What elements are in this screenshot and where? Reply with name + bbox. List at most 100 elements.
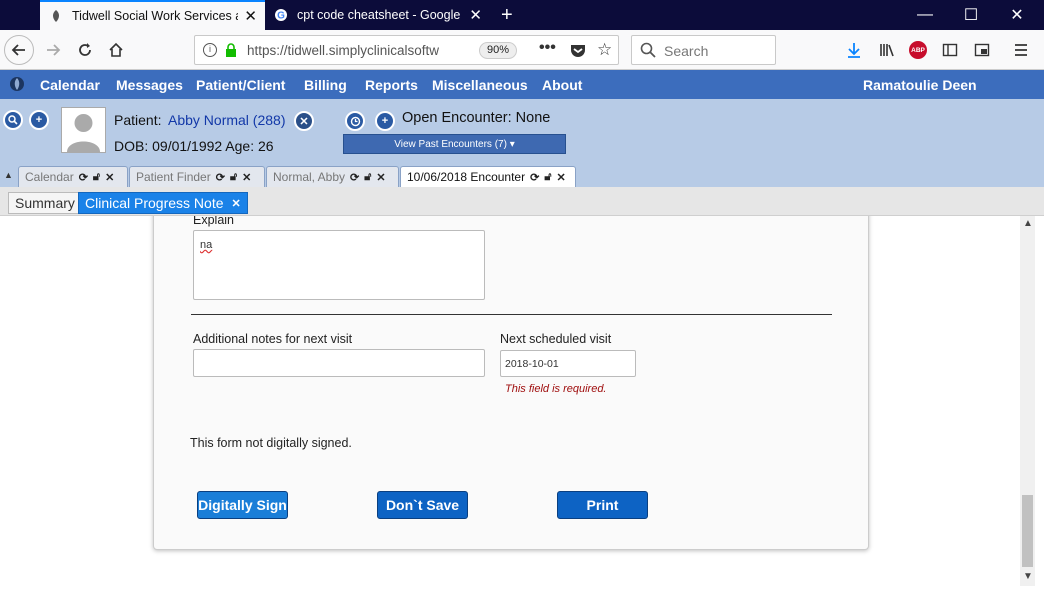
section-divider <box>191 314 832 315</box>
browser-tab-cpt[interactable]: G cpt code cheatsheet - Google S ✕ <box>265 0 490 30</box>
tab-label: Calendar <box>25 170 74 184</box>
close-tab-icon[interactable]: ✕ <box>469 6 482 24</box>
reader-view-icon[interactable] <box>935 35 965 65</box>
next-visit-date-input[interactable]: 2018-10-01 <box>500 350 636 377</box>
lock-icon <box>225 43 237 60</box>
menu-messages[interactable]: Messages <box>116 77 183 93</box>
encounter-tab-calendar[interactable]: Calendar ⟳ 🔓︎ ✕ <box>18 166 128 187</box>
explain-textarea[interactable]: na <box>193 230 485 300</box>
clear-patient-icon[interactable]: ✕ <box>294 111 314 131</box>
avatar <box>61 107 106 153</box>
scroll-thumb[interactable] <box>1022 495 1033 567</box>
search-input[interactable]: Search <box>631 35 776 65</box>
new-tab-button[interactable]: + <box>493 0 519 30</box>
browser-tab-title: cpt code cheatsheet - Google S <box>297 8 464 22</box>
sub-tab-bar: Summary Clinical Progress Note ✕ <box>0 187 1044 216</box>
close-icon[interactable]: ✕ <box>242 171 251 184</box>
bookmark-star-icon[interactable]: ☆ <box>597 40 612 60</box>
dont-save-button[interactable]: Don`t Save <box>377 491 468 519</box>
tab-label: 10/06/2018 Encounter <box>407 170 526 184</box>
tab-label: Normal, Abby <box>273 170 346 184</box>
encounter-tab-normal-abby[interactable]: Normal, Abby ⟳ 🔓︎ ✕ <box>266 166 399 187</box>
collapse-caret-icon[interactable]: ▲ <box>4 170 13 180</box>
patient-dob-age: DOB: 09/01/1992 Age: 26 <box>114 138 274 154</box>
browser-tab-title: Tidwell Social Work Services an <box>72 9 239 23</box>
signature-status: This form not digitally signed. <box>190 436 352 450</box>
url-text: https://tidwell.simplyclinicalsoftw <box>247 43 440 58</box>
close-icon[interactable]: ✕ <box>232 197 241 210</box>
maximize-icon[interactable]: ☐ <box>948 0 994 30</box>
close-window-icon[interactable]: ✕ <box>994 0 1040 30</box>
pocket-icon[interactable] <box>570 42 586 61</box>
search-patient-icon[interactable] <box>3 110 23 130</box>
additional-notes-label: Additional notes for next visit <box>193 332 353 346</box>
next-visit-label: Next scheduled visit <box>500 332 612 346</box>
more-icon[interactable]: ••• <box>539 39 556 57</box>
info-icon[interactable]: i <box>203 43 217 57</box>
patient-name-link[interactable]: Abby Normal (288) <box>168 112 286 128</box>
required-error: This field is required. <box>505 383 607 395</box>
menu-miscellaneous[interactable]: Miscellaneous <box>432 77 528 93</box>
zoom-badge[interactable]: 90% <box>479 42 517 59</box>
favicon-icon <box>48 8 64 24</box>
vertical-scrollbar[interactable]: ▲ ▼ <box>1020 216 1035 586</box>
explain-value: na <box>200 239 213 251</box>
view-past-encounters-button[interactable]: View Past Encounters (7) ▾ <box>343 134 566 154</box>
scroll-down-icon[interactable]: ▼ <box>1023 571 1033 582</box>
browser-tab-strip: Tidwell Social Work Services an ✕ G cpt … <box>0 0 1044 30</box>
encounter-history-icon[interactable] <box>345 111 365 131</box>
reload-icon[interactable] <box>70 35 100 65</box>
close-icon[interactable]: ✕ <box>376 171 385 184</box>
explain-label: Explain <box>193 216 234 227</box>
search-icon <box>640 42 656 61</box>
minimize-icon[interactable]: — <box>902 0 948 30</box>
add-encounter-icon[interactable]: + <box>375 111 395 131</box>
unlock-icon[interactable]: 🔓︎ <box>544 171 551 184</box>
menu-billing[interactable]: Billing <box>304 77 347 93</box>
add-patient-icon[interactable]: + <box>29 110 49 130</box>
scroll-up-icon[interactable]: ▲ <box>1023 218 1033 229</box>
close-icon[interactable]: ✕ <box>105 171 114 184</box>
browser-tab-tidwell[interactable]: Tidwell Social Work Services an ✕ <box>40 0 265 30</box>
screenshot-icon[interactable] <box>967 35 997 65</box>
menu-patient-client[interactable]: Patient/Client <box>196 77 285 93</box>
refresh-icon[interactable]: ⟳ <box>530 171 539 184</box>
app-menu-bar: Calendar Messages Patient/Client Billing… <box>0 70 1044 99</box>
url-bar[interactable]: i https://tidwell.simplyclinicalsoftw 90… <box>194 35 619 65</box>
refresh-icon[interactable]: ⟳ <box>79 171 88 184</box>
library-icon[interactable] <box>872 35 902 65</box>
app-logo-icon[interactable] <box>9 76 25 95</box>
svg-text:G: G <box>277 11 285 22</box>
current-user[interactable]: Ramatoulie Deen <box>863 77 977 93</box>
menu-calendar[interactable]: Calendar <box>40 77 100 93</box>
menu-reports[interactable]: Reports <box>365 77 418 93</box>
adblock-icon[interactable]: ABP <box>903 35 933 65</box>
encounter-tab-patient-finder[interactable]: Patient Finder ⟳ 🔓︎ ✕ <box>129 166 265 187</box>
tab-summary[interactable]: Summary <box>8 192 82 214</box>
additional-notes-input[interactable] <box>193 349 485 377</box>
search-placeholder: Search <box>664 43 709 59</box>
unlock-icon[interactable]: 🔓︎ <box>230 171 237 184</box>
open-encounter-status: Open Encounter: None <box>402 110 551 126</box>
next-visit-value: 2018-10-01 <box>505 358 559 370</box>
refresh-icon[interactable]: ⟳ <box>350 171 359 184</box>
close-tab-icon[interactable]: ✕ <box>244 7 257 25</box>
unlock-icon[interactable]: 🔓︎ <box>364 171 371 184</box>
unlock-icon[interactable]: 🔓︎ <box>93 171 100 184</box>
tab-clinical-progress-note[interactable]: Clinical Progress Note ✕ <box>78 192 248 214</box>
tab-label: Patient Finder <box>136 170 211 184</box>
google-icon: G <box>273 7 289 23</box>
back-arrow-icon[interactable] <box>4 35 34 65</box>
encounter-tab-active[interactable]: 10/06/2018 Encounter ⟳ 🔓︎ ✕ <box>400 166 576 187</box>
home-icon[interactable] <box>101 35 131 65</box>
close-icon[interactable]: ✕ <box>556 171 565 184</box>
refresh-icon[interactable]: ⟳ <box>216 171 225 184</box>
download-icon[interactable] <box>839 35 869 65</box>
patient-label: Patient: <box>114 112 162 128</box>
print-button[interactable]: Print <box>557 491 648 519</box>
hamburger-menu-icon[interactable] <box>1006 35 1036 65</box>
forward-arrow-icon[interactable] <box>38 35 68 65</box>
digitally-sign-button[interactable]: Digitally Sign <box>197 491 288 519</box>
browser-nav-bar: i https://tidwell.simplyclinicalsoftw 90… <box>0 30 1044 70</box>
menu-about[interactable]: About <box>542 77 582 93</box>
